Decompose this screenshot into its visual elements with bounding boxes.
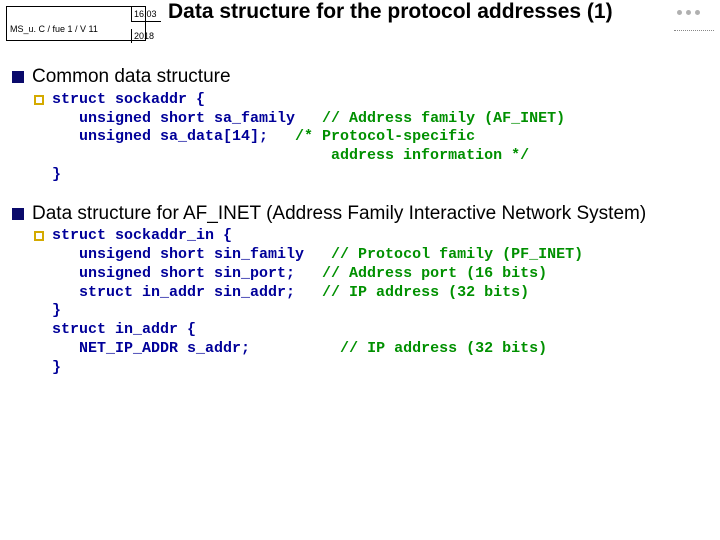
section2-code: struct sockaddr_in { unsigend short sin_… bbox=[52, 227, 583, 377]
slide-body: Common data structure struct sockaddr { … bbox=[12, 62, 712, 377]
course-label: MS_u. C / fue 1 / V 11 bbox=[10, 24, 98, 34]
section2-heading-row: Data structure for AF_INET (Address Fami… bbox=[12, 203, 712, 226]
section2-heading: Data structure for AF_INET (Address Fami… bbox=[32, 203, 646, 226]
page-title: Data structure for the protocol addresse… bbox=[168, 0, 638, 23]
square-bullet-icon bbox=[12, 71, 24, 83]
hollow-bullet-icon bbox=[34, 231, 44, 241]
section1-heading-row: Common data structure bbox=[12, 66, 712, 89]
hollow-bullet-icon bbox=[34, 95, 44, 105]
section1-code: struct sockaddr { unsigned short sa_fami… bbox=[52, 91, 565, 185]
date-top: 16.03 bbox=[131, 7, 161, 22]
date-bottom: 2018 bbox=[131, 29, 161, 43]
section1-heading: Common data structure bbox=[32, 66, 231, 89]
square-bullet-icon bbox=[12, 208, 24, 220]
decoration-dots bbox=[677, 10, 700, 15]
decoration-rule bbox=[674, 30, 714, 31]
slide: 16.03 2018 MS_u. C / fue 1 / V 11 Data s… bbox=[0, 0, 720, 540]
section1-code-row: struct sockaddr { unsigned short sa_fami… bbox=[34, 91, 712, 185]
section2-code-row: struct sockaddr_in { unsigend short sin_… bbox=[34, 227, 712, 377]
